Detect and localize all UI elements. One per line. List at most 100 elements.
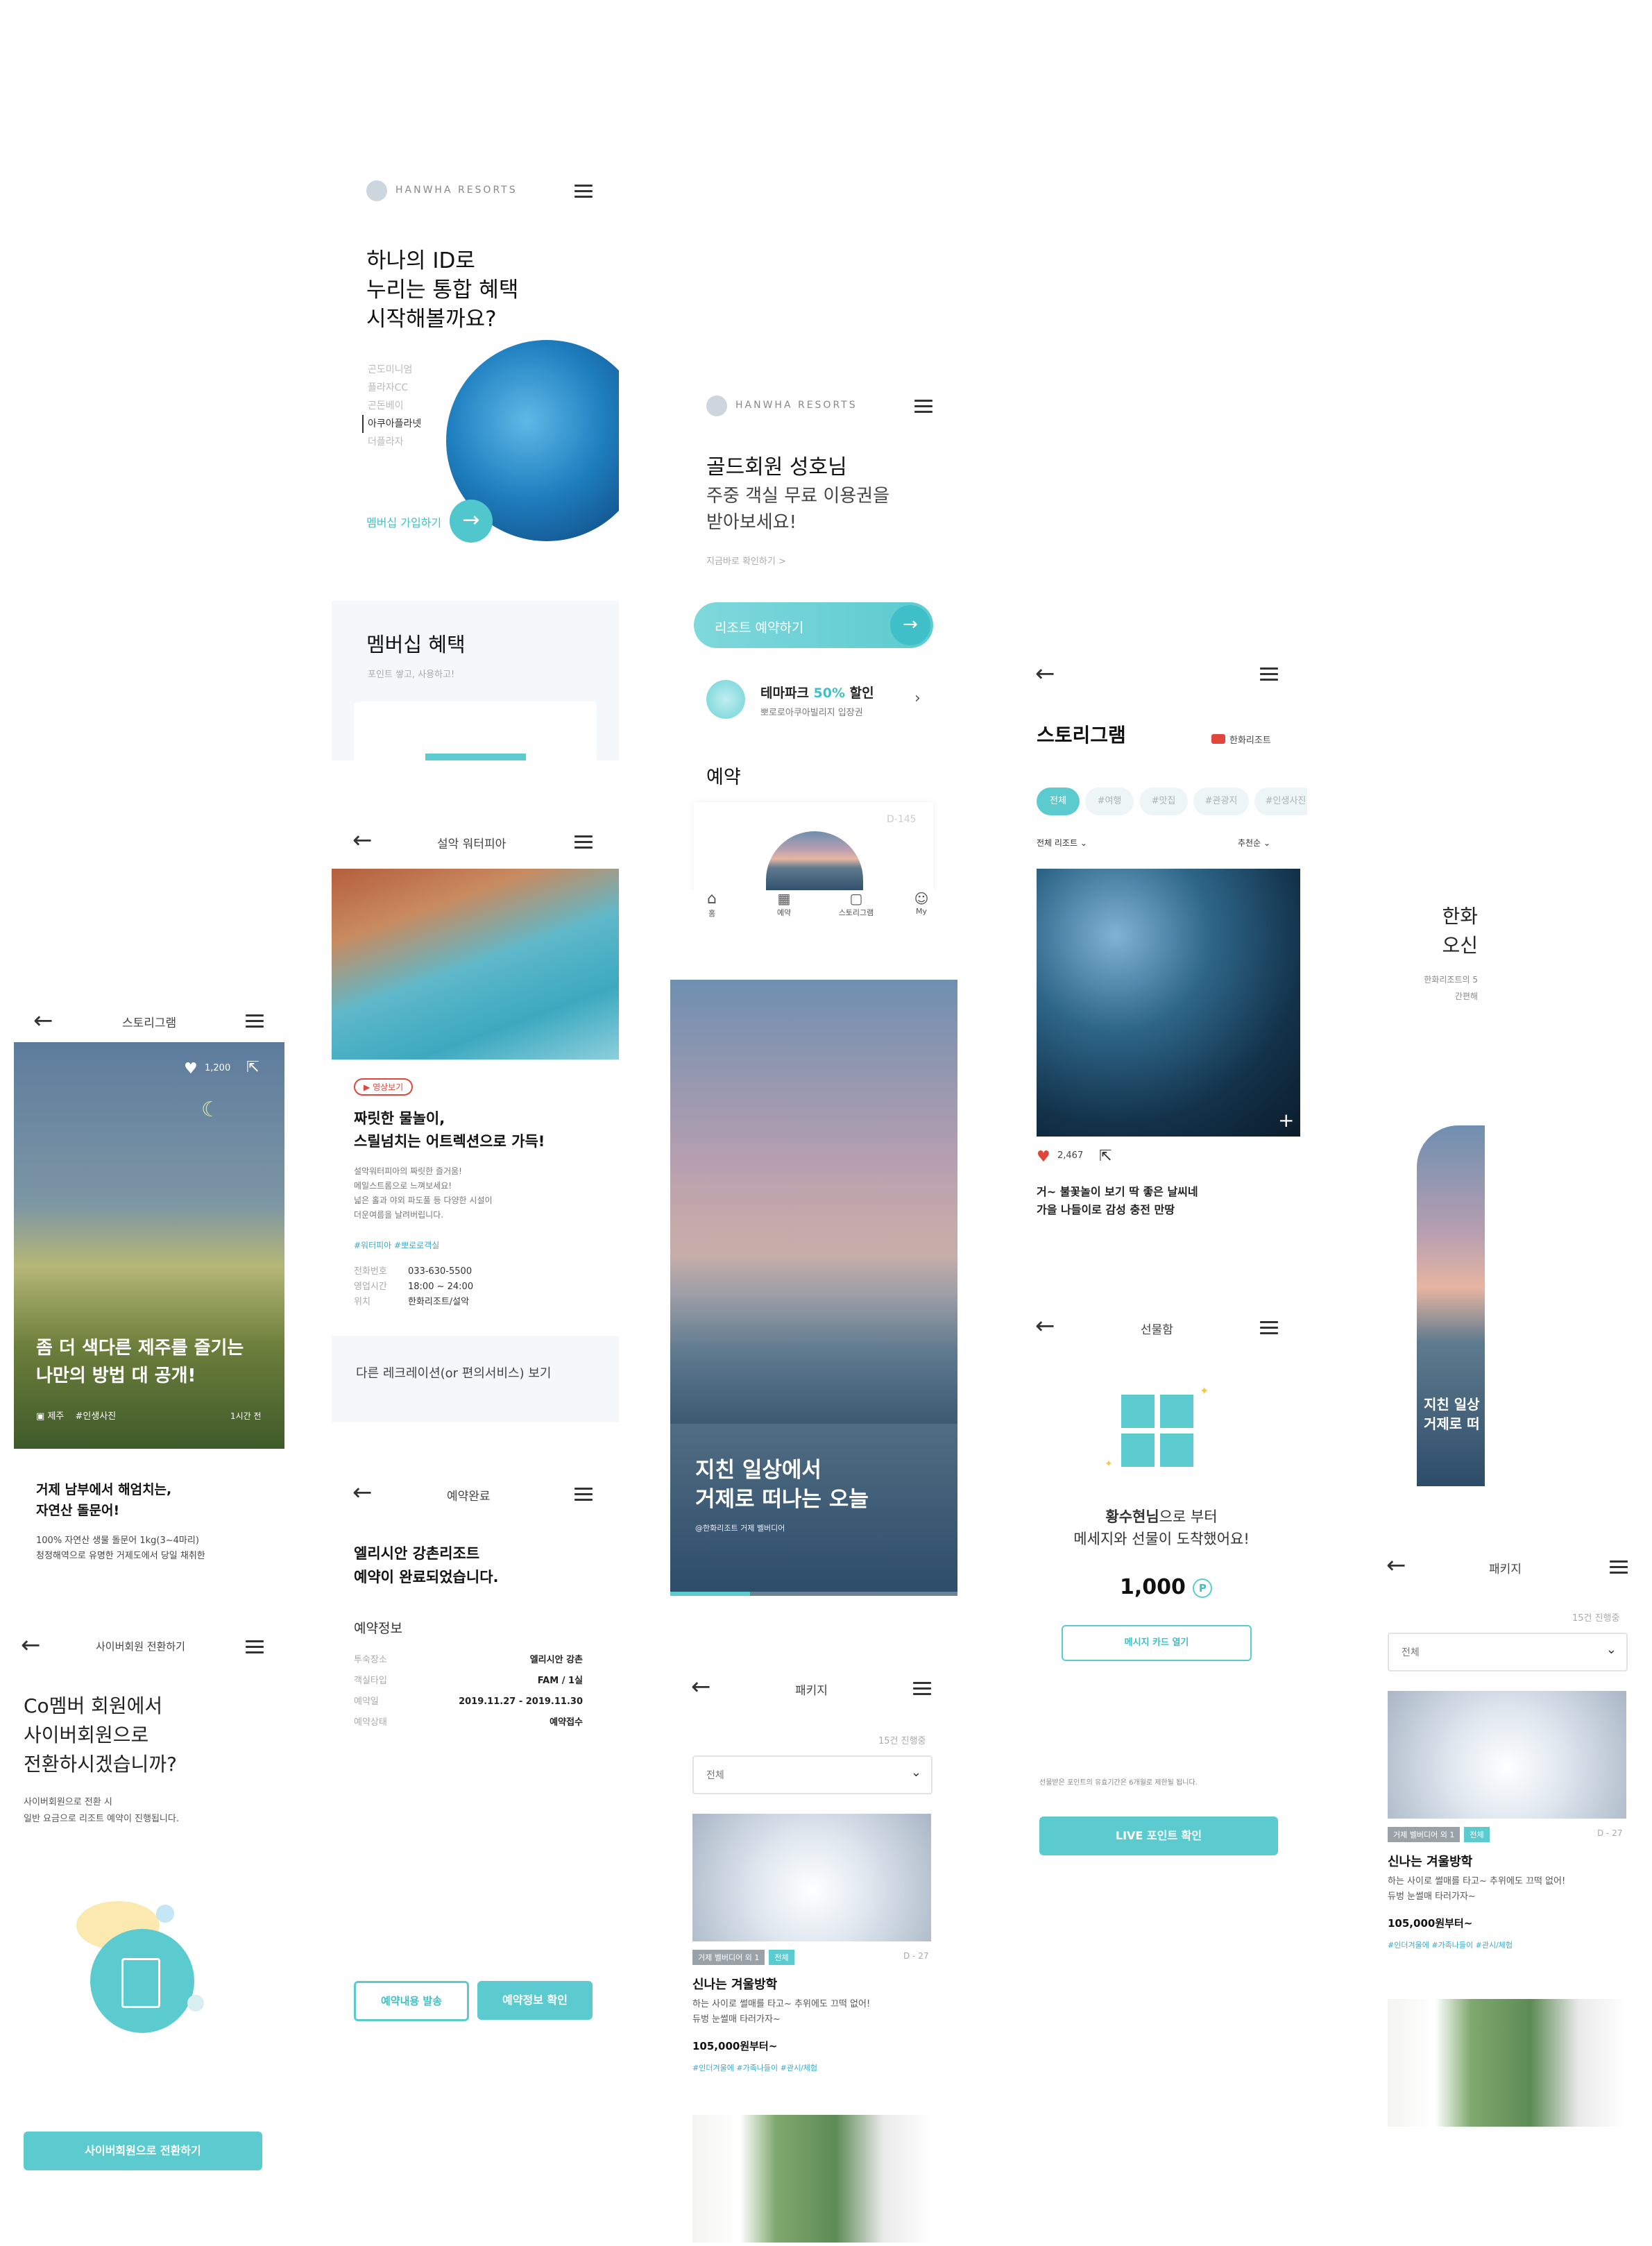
screen-title: 스토리그램 xyxy=(122,1016,177,1030)
menu-icon[interactable] xyxy=(574,185,593,198)
package-count: 15건 진행중 xyxy=(878,1736,926,1746)
arrow-right-icon: → xyxy=(890,605,930,645)
package-filter-select[interactable]: 전체 ⌄ xyxy=(1388,1633,1628,1671)
reserve-resort-button[interactable]: 리조트 예약하기 → xyxy=(694,602,933,648)
package-image-2[interactable] xyxy=(1388,1999,1626,2127)
benefit-card[interactable] xyxy=(354,701,597,760)
info-value[interactable]: 033-630-5500 xyxy=(408,1266,472,1277)
story-tag-hash[interactable]: #인생사진 xyxy=(76,1411,117,1422)
brand-logo xyxy=(706,395,727,416)
nav-reserve[interactable]: ▦ 예약 xyxy=(763,890,805,918)
package-hashtags[interactable]: #인더겨울에 #가족나들이 #관시/체험 xyxy=(1388,1939,1513,1950)
info-row: 예약일 2019.11.27 - 2019.11.30 xyxy=(354,1692,583,1712)
sort-order[interactable]: 추천순 ⌄ xyxy=(1238,837,1270,849)
story-body-title-line-1: 거제 남부에서 해엄치는, xyxy=(36,1482,172,1497)
menu-icon[interactable] xyxy=(246,1014,264,1028)
story-body-text: 100% 자연산 생물 돌문어 1kg(3~4마리) 청정해역으로 유명한 거제… xyxy=(36,1533,205,1564)
back-arrow-icon[interactable]: ← xyxy=(21,1633,41,1657)
live-points-button[interactable]: LIVE 포인트 확인 xyxy=(1039,1817,1278,1855)
promo-title[interactable]: 테마파크 50% 할인 xyxy=(760,683,874,701)
filter-travel[interactable]: #여행 xyxy=(1085,788,1134,815)
heart-icon[interactable]: ♥ xyxy=(1037,1148,1050,1166)
back-arrow-icon[interactable]: ← xyxy=(352,1481,373,1504)
more-recreation-link[interactable]: 다른 레크레이션(or 편의서비스) 보기 xyxy=(356,1363,551,1381)
back-arrow-icon[interactable]: ← xyxy=(33,1009,53,1032)
package-desc-line-2: 듀벙 눈썰매 타러가자~ xyxy=(692,2014,781,2025)
plus-icon[interactable]: + xyxy=(1278,1109,1294,1132)
partial-bottom-line-1: 지친 일상 xyxy=(1424,1396,1480,1413)
document-icon xyxy=(121,1958,160,2008)
info-row: 투숙장소 엘리시안 강촌 xyxy=(354,1650,583,1671)
share-icon[interactable]: ⇱ xyxy=(246,1059,259,1076)
waterpark-hashtags[interactable]: #워터피아 #뽀로로객실 xyxy=(354,1239,439,1251)
brand-item[interactable]: 곤돈베이 xyxy=(368,397,421,415)
menu-icon[interactable] xyxy=(914,400,933,413)
join-link[interactable]: 멤버십 가입하기 xyxy=(366,513,441,530)
menu-icon[interactable] xyxy=(1260,1321,1278,1334)
promo-title-prefix: 테마파크 xyxy=(760,686,814,701)
partial-sub-line-2: 간편해 xyxy=(1454,992,1478,1001)
sort-resort[interactable]: 전체 리조트 ⌄ xyxy=(1037,837,1087,849)
chevron-right-icon[interactable]: › xyxy=(914,690,921,707)
convert-button[interactable]: 사이버회원으로 전환하기 xyxy=(24,2132,262,2170)
open-message-card-button[interactable]: 메시지 카드 열기 xyxy=(1062,1625,1252,1661)
convert-desc-line-1: 사이버회원으로 전환 시 xyxy=(24,1797,112,1807)
package-filter-select[interactable]: 전체 ⌄ xyxy=(692,1755,933,1794)
brand-item[interactable]: 곤도미니엄 xyxy=(368,361,421,379)
complete-headline-line-2: 예약이 완료되었습니다. xyxy=(354,1569,499,1585)
video-badge[interactable]: ▶ 영상보기 xyxy=(354,1078,414,1096)
benefits-subtitle: 포인트 쌓고, 사용하고! xyxy=(368,670,455,680)
check-reservation-button[interactable]: 예약정보 확인 xyxy=(477,1981,593,2020)
info-row: 예약상태 예약접수 xyxy=(354,1712,583,1733)
screen-title: 패키지 xyxy=(795,1684,828,1698)
gift-points: 1,000 P xyxy=(1120,1575,1213,1599)
menu-icon[interactable] xyxy=(574,1488,593,1501)
package-name: 신나는 겨울방학 xyxy=(1388,1855,1473,1869)
brand-list: 곤도미니엄 플라자CC 곤돈베이 아쿠아플라넷 더플라자 xyxy=(362,361,421,451)
info-value: FAM / 1실 xyxy=(537,1676,583,1686)
share-icon[interactable]: ⇱ xyxy=(1099,1148,1112,1165)
package-filter-value: 전체 xyxy=(706,1770,724,1781)
check-now-link[interactable]: 지금바로 확인하기 > xyxy=(706,554,786,567)
nav-home[interactable]: ⌂ 홈 xyxy=(691,890,733,919)
sparkle-icon: ✦ xyxy=(1200,1384,1209,1397)
brand-name: HANWHA RESORTS xyxy=(735,400,858,411)
filter-photo[interactable]: #인생사진 xyxy=(1254,788,1307,815)
story-photo[interactable] xyxy=(1037,869,1300,1137)
send-reservation-button[interactable]: 예약내용 발송 xyxy=(354,1981,469,2021)
waterpark-headline-line-1: 짜릿한 물놀이, xyxy=(354,1110,445,1127)
menu-icon[interactable] xyxy=(574,835,593,849)
filter-food[interactable]: #맛집 xyxy=(1139,788,1188,815)
brand-item[interactable]: 플라자CC xyxy=(368,379,421,397)
menu-icon[interactable] xyxy=(1610,1560,1628,1574)
package-image[interactable] xyxy=(1388,1691,1626,1819)
menu-icon[interactable] xyxy=(1260,667,1278,681)
package-screen-right: ← 패키지 15건 진행중 전체 ⌄ 거제 벨버디어 외 1 전체 D - 27 … xyxy=(1364,1544,1652,2141)
heart-icon[interactable]: ♥ xyxy=(184,1060,198,1078)
menu-icon[interactable] xyxy=(913,1682,931,1695)
back-arrow-icon[interactable]: ← xyxy=(1035,1314,1055,1338)
story-body-title: 거제 남부에서 해엄치는, 자연산 돌문어! xyxy=(36,1479,171,1521)
nav-my[interactable]: ☺ My xyxy=(901,890,942,916)
package-image-2[interactable] xyxy=(692,2115,931,2243)
filter-all[interactable]: 전체 xyxy=(1037,788,1080,815)
story-caption-line-2: 가을 나들이로 감성 충전 만땅 xyxy=(1037,1203,1175,1216)
screen-title: 선물함 xyxy=(1141,1323,1173,1337)
join-arrow-button[interactable]: → xyxy=(450,500,493,543)
nav-storygram[interactable]: ▢ 스토리그램 xyxy=(828,890,884,918)
back-arrow-icon[interactable]: ← xyxy=(691,1675,711,1699)
filter-tour[interactable]: #관광지 xyxy=(1193,788,1249,815)
story-tag-location[interactable]: 제주 xyxy=(47,1411,64,1422)
brand-item-active[interactable]: 아쿠아플라넷 xyxy=(362,415,421,433)
more-recreation-section[interactable]: 다른 레크레이션(or 편의서비스) 보기 xyxy=(332,1336,619,1422)
menu-icon[interactable] xyxy=(246,1640,264,1653)
brand-item[interactable]: 더플라자 xyxy=(368,433,421,451)
back-arrow-icon[interactable]: ← xyxy=(352,828,373,852)
package-image[interactable] xyxy=(692,1814,931,1941)
like-count: 2,467 xyxy=(1057,1150,1084,1161)
package-hashtags[interactable]: #인더겨울에 #가족나들이 #관시/체험 xyxy=(692,2062,817,2073)
geoje-hero-screen: 지친 일상에서 거제로 떠나는 오늘 @한화리조트 거제 벨버디어 xyxy=(670,980,957,1596)
back-arrow-icon[interactable]: ← xyxy=(1386,1554,1406,1577)
back-arrow-icon[interactable]: ← xyxy=(1035,662,1055,686)
channel-name[interactable]: 한화리조트 xyxy=(1229,733,1271,746)
